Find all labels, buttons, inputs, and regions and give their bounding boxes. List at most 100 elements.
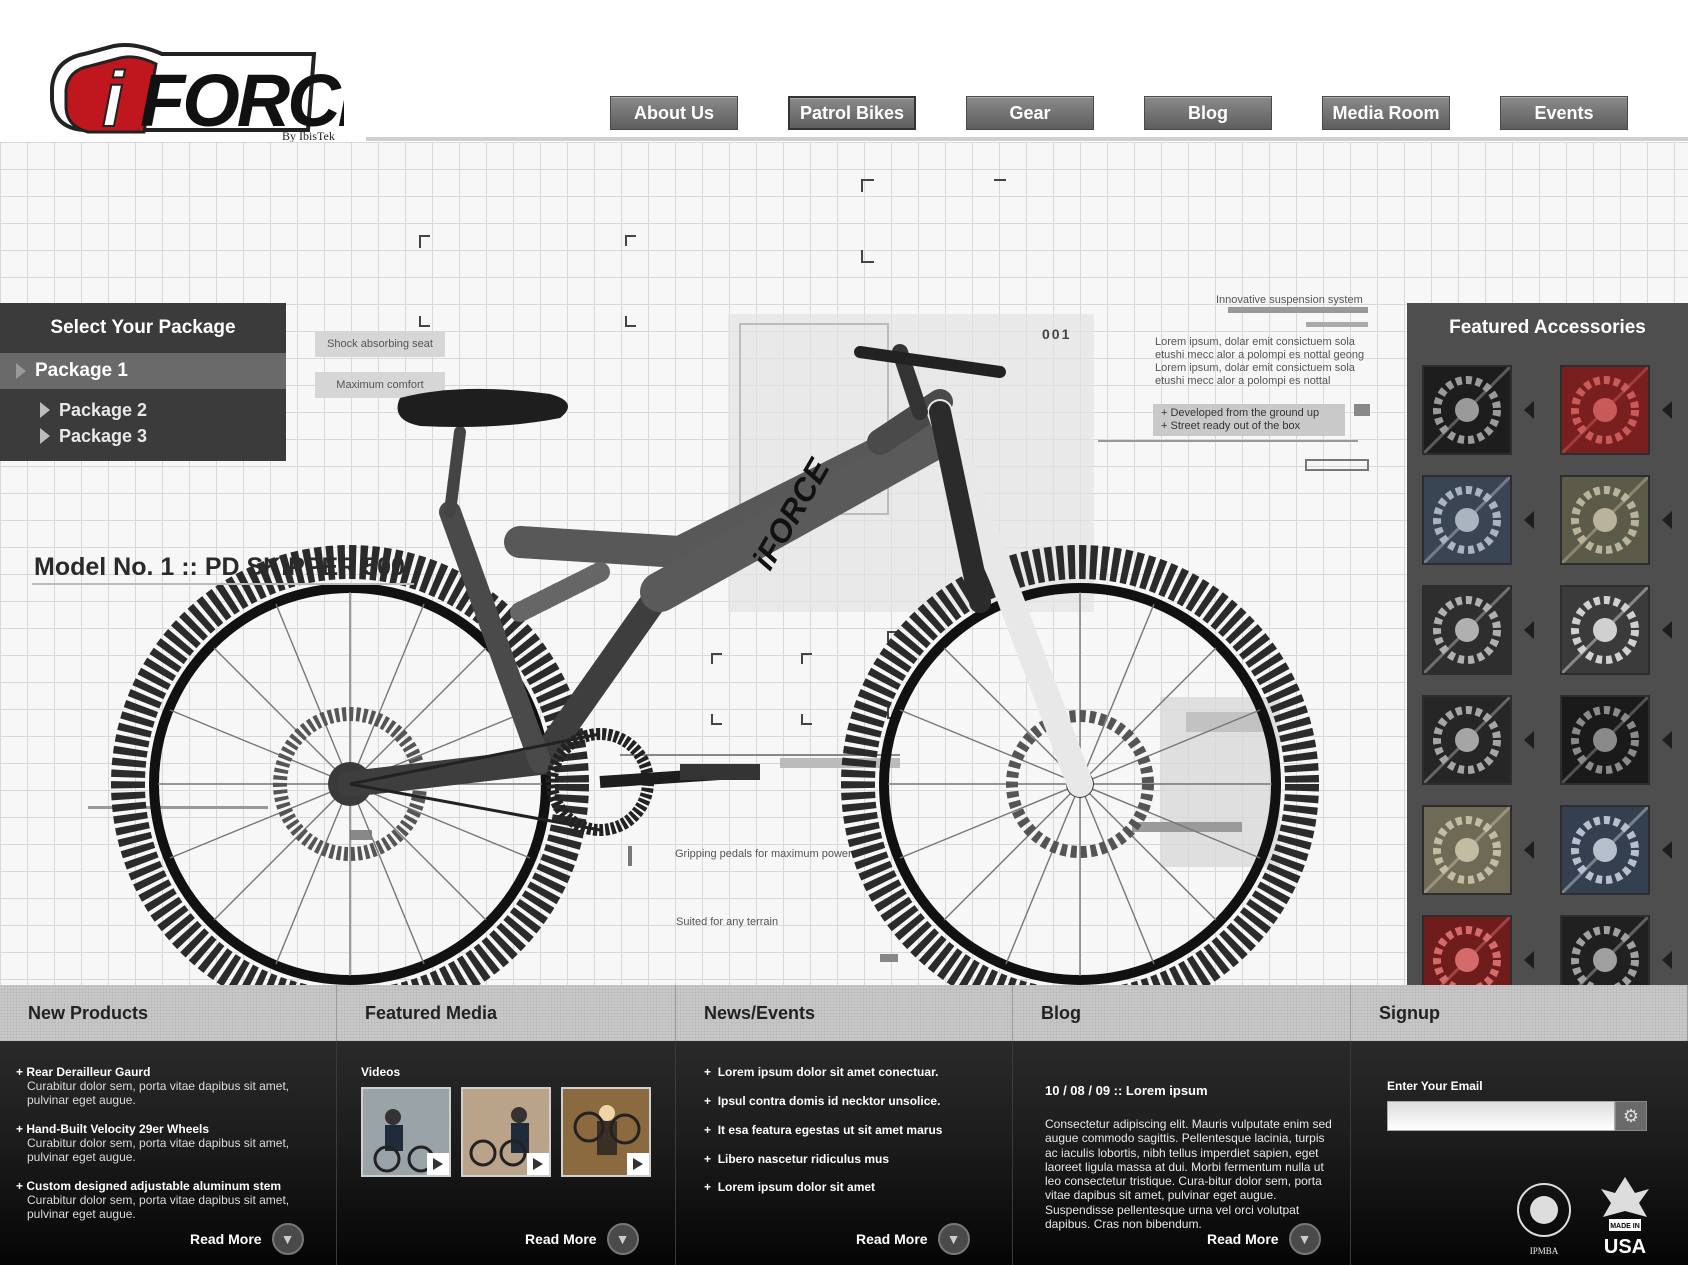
nav-blog[interactable]: Blog: [1144, 96, 1272, 130]
product-item-3[interactable]: + Custom designed adjustable aluminum st…: [16, 1179, 316, 1221]
svg-text:IPMBA: IPMBA: [1530, 1246, 1559, 1256]
news-read-more[interactable]: Read More ▼: [856, 1223, 970, 1255]
accessory-image: [1424, 917, 1510, 985]
featured-media-read-more[interactable]: Read More ▼: [525, 1223, 639, 1255]
new-products-read-more[interactable]: Read More ▼: [190, 1223, 304, 1255]
accessory-image: [1424, 367, 1510, 453]
chevron-left-icon[interactable]: [1662, 731, 1672, 749]
package-1-item[interactable]: Package 1: [0, 353, 286, 389]
logo-byline: By IbisTek: [282, 129, 335, 143]
accessory-thumb-tan-grip-pad-2[interactable]: [1422, 805, 1512, 895]
email-field[interactable]: [1387, 1101, 1615, 1131]
chevron-left-icon[interactable]: [1524, 511, 1534, 529]
chevron-left-icon[interactable]: [1524, 621, 1534, 639]
nav-patrol-bikes[interactable]: Patrol Bikes: [788, 96, 916, 130]
accessory-thumb-cassette-sprocket[interactable]: [1422, 695, 1512, 785]
blog-body: 10 / 08 / 09 :: Lorem ipsum Consectetur …: [1013, 1041, 1351, 1265]
model-title-underline: [32, 583, 414, 585]
main-nav: About Us Patrol Bikes Gear Blog Media Ro…: [610, 96, 1640, 132]
made-in-usa-logo-image: MADE IN USA: [1601, 1177, 1649, 1258]
accessory-image: [1562, 917, 1648, 985]
read-more-label: Read More: [190, 1231, 262, 1247]
email-label: Enter Your Email: [1387, 1079, 1483, 1093]
accessory-thumb-tan-grip-pad[interactable]: [1560, 475, 1650, 565]
news-item-4[interactable]: + Libero nascetur ridiculus mus: [704, 1152, 889, 1166]
triangle-icon: [40, 402, 50, 418]
nav-events[interactable]: Events: [1500, 96, 1628, 130]
accessory-image: [1562, 367, 1648, 453]
play-icon: [627, 1153, 649, 1175]
package-panel-title: Select Your Package: [50, 317, 236, 338]
svg-text:USA: USA: [1604, 1236, 1646, 1257]
chevron-left-icon[interactable]: [1524, 731, 1534, 749]
accessory-thumb-brake-caliper-2[interactable]: [1560, 805, 1650, 895]
videos-label: Videos: [361, 1065, 401, 1079]
chevron-left-icon[interactable]: [1524, 841, 1534, 859]
ipmba-badge: IPMBA: [1511, 1177, 1577, 1257]
accessory-thumb-red-grip-pad-2[interactable]: [1422, 915, 1512, 985]
package-2-item[interactable]: Package 2: [0, 397, 286, 423]
accessory-thumb-brake-caliper[interactable]: [1422, 475, 1512, 565]
gear-icon[interactable]: ⚙: [1615, 1101, 1647, 1131]
news-item-5[interactable]: + Lorem ipsum dolor sit amet: [704, 1180, 875, 1194]
accessory-thumb-pedal-close-up-dark[interactable]: [1560, 695, 1650, 785]
read-more-label: Read More: [525, 1231, 597, 1247]
blog-excerpt: Consectetur adipiscing elit. Mauris vulp…: [1045, 1117, 1332, 1232]
accessory-image: [1562, 587, 1648, 673]
package-panel: Select Your Package Package 1 Package 2 …: [0, 303, 286, 461]
chevron-left-icon[interactable]: [1662, 951, 1672, 969]
accessory-image: [1424, 807, 1510, 893]
video-thumb-1[interactable]: [361, 1087, 451, 1177]
nav-gear[interactable]: Gear: [966, 96, 1094, 130]
accessory-thumb-chain-ring[interactable]: [1422, 365, 1512, 455]
chevron-left-icon[interactable]: [1662, 401, 1672, 419]
product-item-2[interactable]: + Hand-Built Velocity 29er Wheels Curabi…: [16, 1122, 316, 1164]
accessory-image: [1424, 477, 1510, 563]
chevron-down-icon: ▼: [937, 1223, 970, 1255]
product-description: Curabitur dolor sem, porta vitae dapibus…: [27, 1193, 290, 1221]
chevron-left-icon[interactable]: [1524, 951, 1534, 969]
chevron-left-icon[interactable]: [1524, 401, 1534, 419]
made-in-usa-badge: MADE IN USA: [1595, 1171, 1655, 1258]
video-thumb-2[interactable]: [461, 1087, 551, 1177]
chevron-left-icon[interactable]: [1662, 511, 1672, 529]
accessory-thumb-red-grip-pad[interactable]: [1560, 365, 1650, 455]
featured-media-body: Videos Read More ▼: [337, 1041, 676, 1265]
accessory-thumb-chain-ring-2[interactable]: [1560, 915, 1650, 985]
site-header: i FORCE By IbisTek About Us Patrol Bikes…: [0, 0, 1688, 150]
product-item-1[interactable]: + Rear Derailleur Gaurd Curabitur dolor …: [16, 1065, 316, 1107]
chevron-down-icon: ▼: [606, 1223, 639, 1255]
package-3-item[interactable]: Package 3: [0, 423, 286, 449]
product-description: Curabitur dolor sem, porta vitae dapibus…: [27, 1136, 290, 1164]
chevron-left-icon[interactable]: [1662, 621, 1672, 639]
news-events-column: News/Events + Lorem ipsum dolor sit amet…: [676, 985, 1013, 1265]
blog-read-more[interactable]: Read More ▼: [1207, 1223, 1321, 1255]
product-title: + Custom designed adjustable aluminum st…: [16, 1179, 282, 1193]
accessory-image: [1562, 477, 1648, 563]
accessory-thumb-pedal-close-up[interactable]: [1422, 585, 1512, 675]
signup-column: Signup Enter Your Email ⚙ IPMBA MADE IN …: [1351, 985, 1688, 1265]
news-item-3[interactable]: + It esa featura egestas ut sit amet mar…: [704, 1123, 942, 1137]
news-events-title: News/Events: [676, 985, 1013, 1041]
product-description: Curabitur dolor sem, porta vitae dapibus…: [27, 1079, 290, 1107]
pedal: [680, 764, 760, 780]
news-item-1[interactable]: + Lorem ipsum dolor sit amet conectuar.: [704, 1065, 938, 1079]
accessory-thumb-cassette-gears[interactable]: [1560, 585, 1650, 675]
nav-divider: [366, 137, 1688, 141]
accessories-title: Featured Accessories: [1449, 317, 1646, 338]
triangle-icon: [16, 363, 26, 379]
nav-about-us[interactable]: About Us: [610, 96, 738, 130]
video-thumb-3[interactable]: [561, 1087, 651, 1177]
hero-section: Shock absorbing seat Maximum comfort Inn…: [0, 142, 1688, 985]
new-products-title: New Products: [0, 985, 337, 1041]
nav-media-room[interactable]: Media Room: [1322, 96, 1450, 130]
iforce-logo[interactable]: i FORCE By IbisTek: [44, 40, 393, 145]
chevron-left-icon[interactable]: [1662, 841, 1672, 859]
new-products-column: New Products + Rear Derailleur Gaurd Cur…: [0, 985, 337, 1265]
logo-letter-i: i: [102, 55, 125, 143]
featured-accessories-panel: Featured Accessories: [1407, 303, 1688, 985]
bike-seat: [397, 388, 568, 427]
chevron-down-icon: ▼: [271, 1223, 304, 1255]
news-item-2[interactable]: + Ipsul contra domis id necktor unsolice…: [704, 1094, 940, 1108]
product-title: + Rear Derailleur Gaurd: [16, 1065, 151, 1079]
